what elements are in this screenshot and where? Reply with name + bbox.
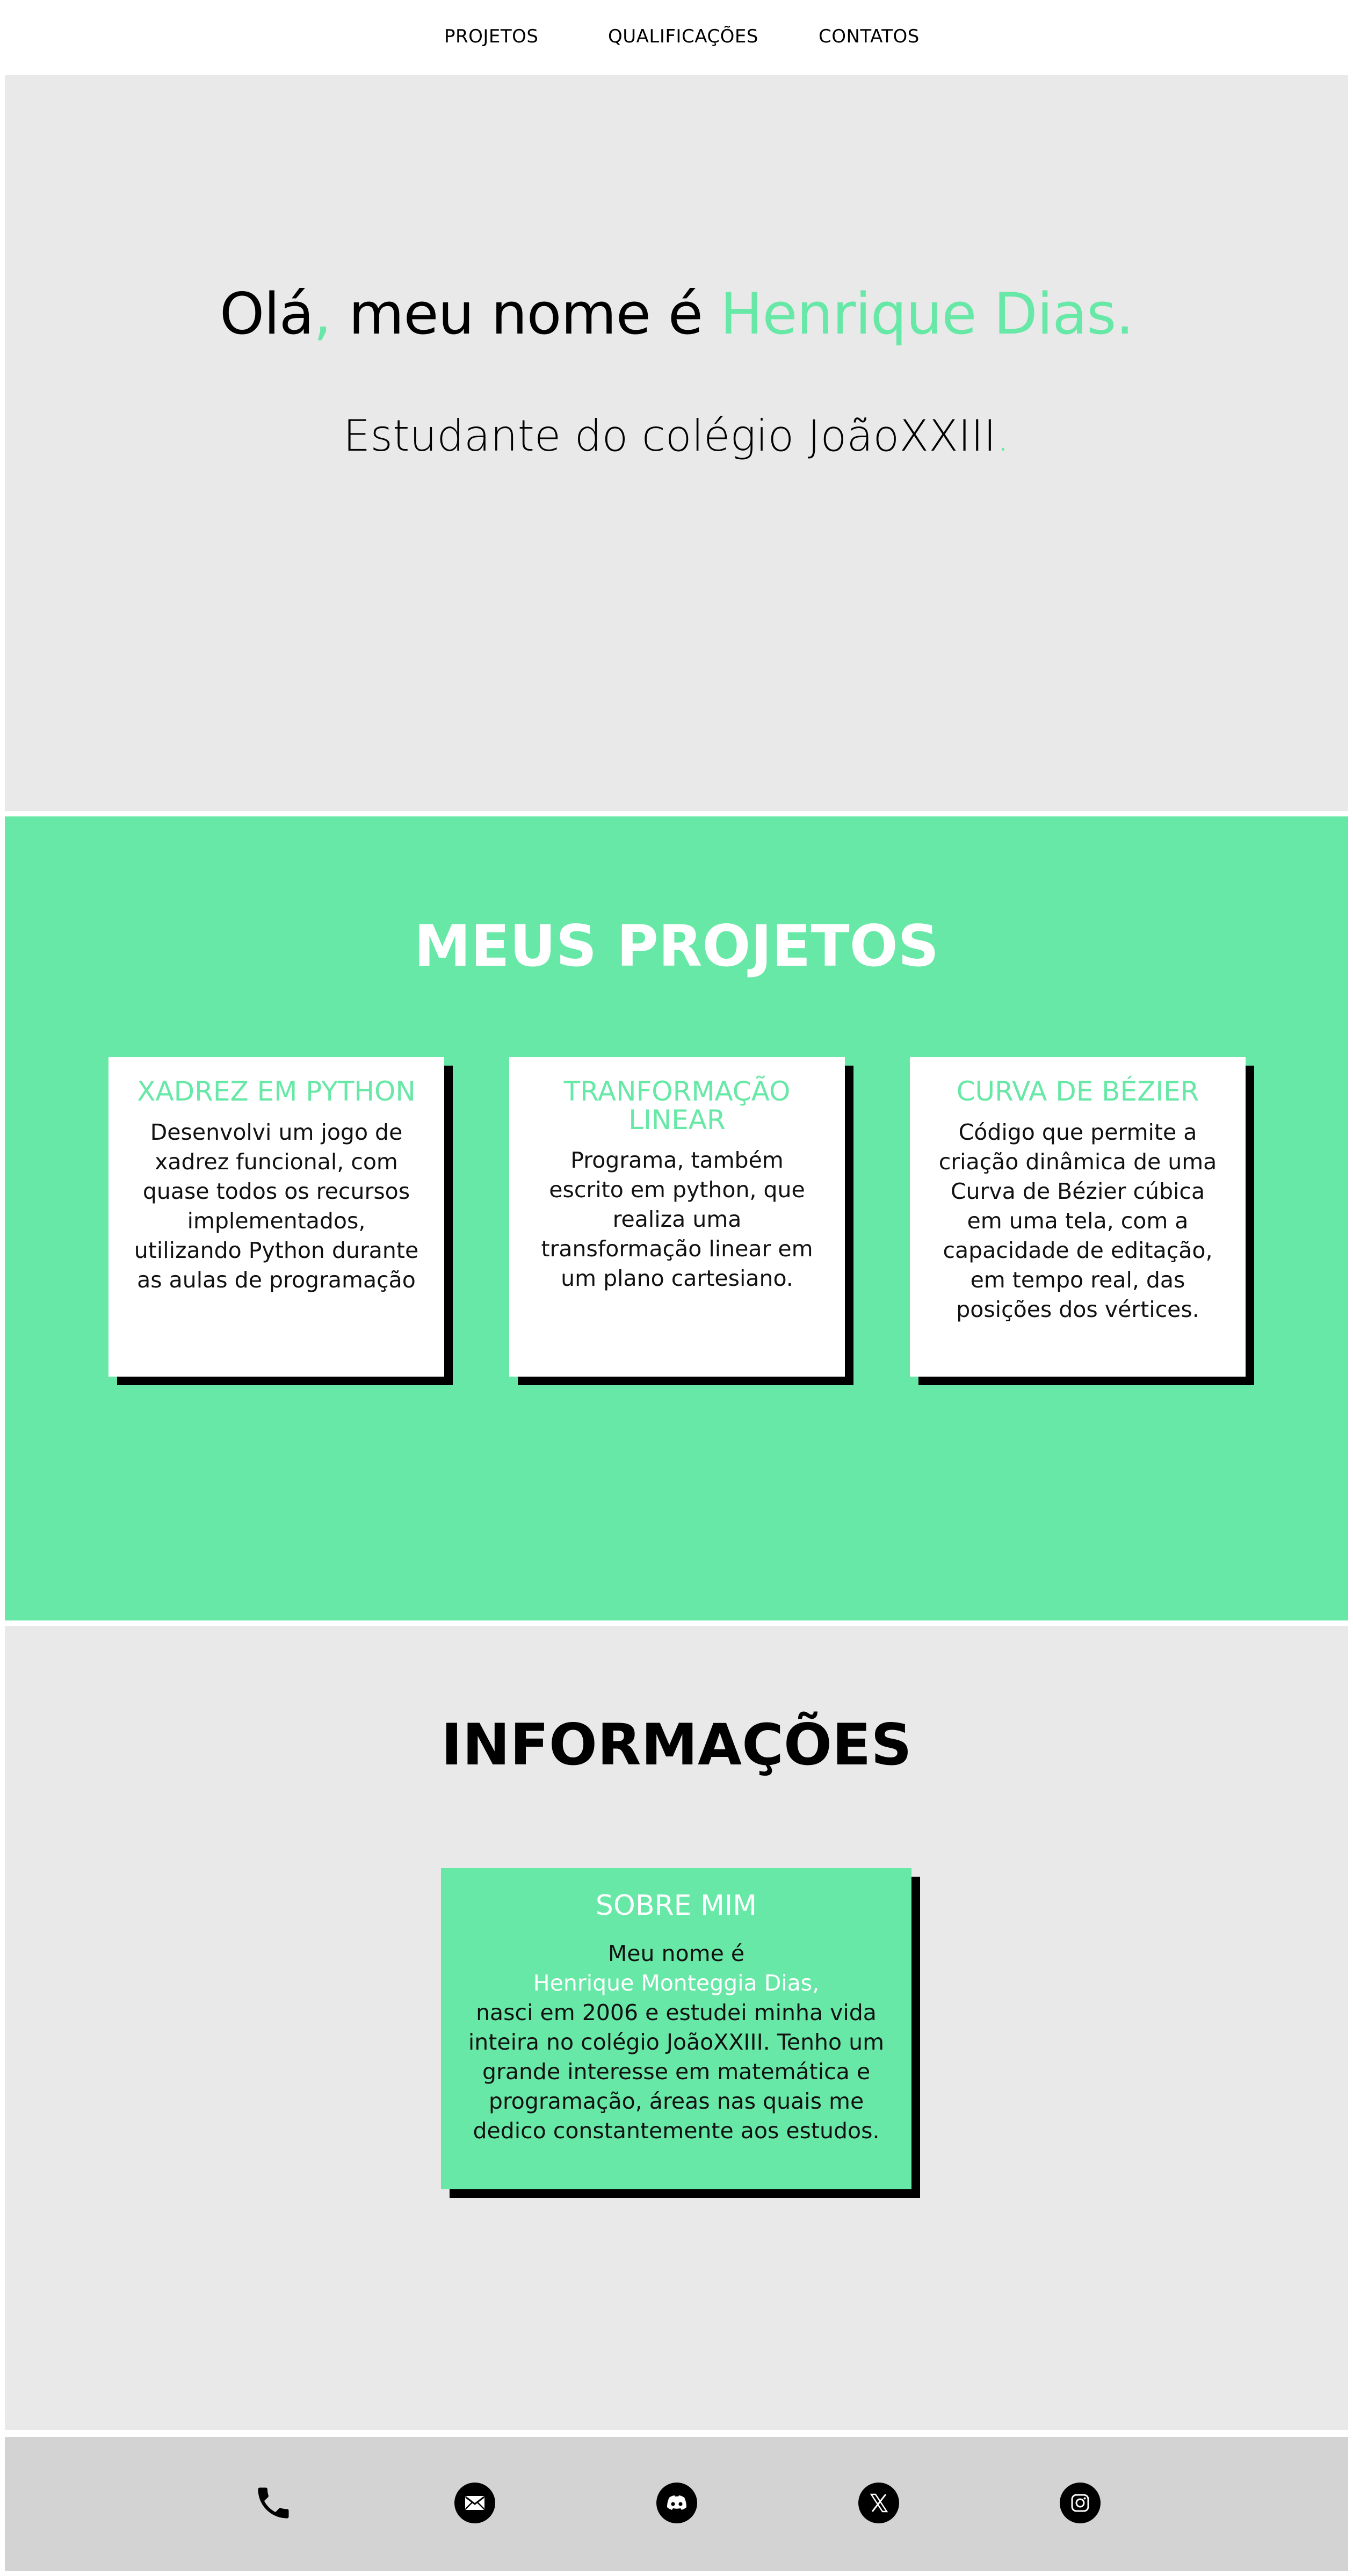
- nav-link-contatos[interactable]: CONTATOS: [819, 26, 920, 47]
- about-title: SOBRE MIM: [595, 1890, 757, 1922]
- hero-title-greeting: Olá: [219, 281, 314, 347]
- project-card-title: XADREZ EM PYTHON: [137, 1076, 416, 1107]
- nav-link-projetos[interactable]: PROJETOS: [444, 26, 539, 47]
- about-body: nasci em 2006 e estudei minha vida intei…: [468, 2000, 885, 2144]
- email-icon[interactable]: [454, 2483, 495, 2523]
- project-card-bezier[interactable]: CURVA DE BÉZIER Código que permite a cri…: [910, 1057, 1246, 1377]
- hero-title-name: Henrique Dias.: [720, 281, 1134, 347]
- hero-subtitle-dot: .: [996, 411, 1010, 461]
- hero-title-middle: meu nome é: [331, 281, 720, 347]
- about-text: Meu nome é Henrique Monteggia Dias, nasc…: [441, 1939, 911, 2146]
- about-card: SOBRE MIM Meu nome é Henrique Monteggia …: [441, 1868, 911, 2189]
- hero-title-comma: ,: [313, 281, 332, 347]
- project-card-text: Desenvolvi um jogo de xadrez funcional, …: [134, 1119, 419, 1293]
- hero-subtitle: Estudante do colégio JoãoXXIII.: [5, 411, 1348, 461]
- project-card-title: CURVA DE BÉZIER: [956, 1076, 1199, 1107]
- info-title: INFORMAÇÕES: [441, 1712, 912, 1778]
- project-card-text: Programa, também escrito em python, que …: [541, 1147, 813, 1291]
- about-name: Henrique Monteggia Dias,: [533, 1970, 820, 1996]
- nav-link-qualificacoes[interactable]: QUALIFICAÇÕES: [608, 26, 758, 47]
- instagram-icon[interactable]: [1060, 2483, 1101, 2523]
- project-card-text: Código que permite a criação dinâmica de…: [938, 1119, 1217, 1322]
- phone-icon[interactable]: [253, 2483, 294, 2523]
- x-icon[interactable]: [858, 2483, 899, 2523]
- project-card-title: TRANFORMAÇÃO LINEAR: [563, 1076, 791, 1135]
- projects-section: MEUS PROJETOS XADREZ EM PYTHON Desenvolv…: [5, 816, 1348, 1620]
- about-intro: Meu nome é: [607, 1941, 745, 1966]
- footer: [5, 2437, 1348, 2571]
- hero-title: Olá, meu nome é Henrique Dias.: [5, 281, 1348, 347]
- hero-subtitle-text: Estudante do colégio JoãoXXIII: [343, 411, 996, 461]
- discord-icon[interactable]: [656, 2483, 697, 2523]
- project-card-linear-transform[interactable]: TRANFORMAÇÃO LINEAR Programa, também esc…: [509, 1057, 845, 1377]
- projects-title: MEUS PROJETOS: [414, 913, 939, 979]
- info-section: INFORMAÇÕES SOBRE MIM Meu nome é Henriqu…: [5, 1626, 1348, 2430]
- top-nav: PROJETOS QUALIFICAÇÕES CONTATOS: [0, 0, 1353, 75]
- hero-section: Olá, meu nome é Henrique Dias. Estudante…: [5, 75, 1348, 811]
- project-card-chess[interactable]: XADREZ EM PYTHON Desenvolvi um jogo de x…: [108, 1057, 444, 1377]
